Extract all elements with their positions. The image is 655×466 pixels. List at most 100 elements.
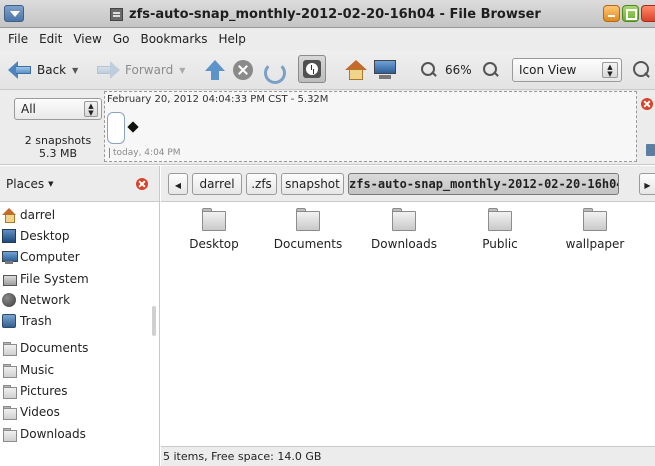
- places-list: darrel Desktop Computer File System Netw…: [0, 204, 150, 444]
- sidebar-item-home[interactable]: darrel: [0, 204, 150, 225]
- places-label: Places: [6, 176, 45, 191]
- file-label: Desktop: [189, 237, 239, 251]
- sidebar-item-file-system[interactable]: File System: [0, 268, 150, 289]
- window-title-group: zfs-auto-snap_monthly-2012-02-20-16h04 -…: [110, 6, 541, 23]
- delete-snapshot-icon[interactable]: [646, 144, 655, 156]
- menu-edit[interactable]: Edit: [39, 32, 62, 46]
- network-icon: [2, 292, 16, 307]
- sidebar-item-music[interactable]: Music: [0, 359, 150, 380]
- path-segment-snapshot[interactable]: snapshot: [281, 173, 344, 195]
- window-titlebar: zfs-auto-snap_monthly-2012-02-20-16h04 -…: [0, 0, 655, 28]
- file-label: wallpaper: [565, 237, 625, 251]
- close-icon[interactable]: [641, 98, 653, 110]
- snapshot-size: 5.3 MB: [38, 147, 78, 160]
- folder-icon: [582, 207, 608, 233]
- status-text: 5 items, Free space: 14.0 GB: [163, 450, 322, 463]
- forward-label: Forward: [125, 63, 174, 77]
- snapshot-summary: 2 snapshots 5.3 MB: [8, 134, 108, 160]
- sidebar-item-downloads[interactable]: Downloads: [0, 423, 150, 444]
- time-slider-panel: All ▲ ▼ 2 snapshots 5.3 MB February 20, 2…: [0, 90, 655, 165]
- stop-button[interactable]: [233, 57, 253, 83]
- maximize-button[interactable]: [622, 5, 639, 22]
- sidebar-item-desktop[interactable]: Desktop: [0, 225, 150, 246]
- sidebar: Places ▼ darrel Desktop Computer File Sy…: [0, 166, 160, 466]
- file-item[interactable]: wallpaper: [547, 207, 643, 251]
- close-window-button[interactable]: [641, 5, 655, 22]
- zoom-in-button[interactable]: [482, 57, 500, 83]
- folder-icon: [201, 207, 227, 233]
- path-segment-zfs[interactable]: .zfs: [246, 173, 277, 195]
- search-button[interactable]: [632, 57, 650, 83]
- sidebar-header[interactable]: Places ▼: [0, 166, 159, 202]
- sidebar-item-videos[interactable]: Videos: [0, 402, 150, 423]
- path-scroll-left-button[interactable]: ◀: [168, 173, 188, 195]
- view-mode-select[interactable]: Icon View ▲ ▼: [512, 57, 622, 83]
- sidebar-item-network[interactable]: Network: [0, 289, 150, 310]
- menu-file[interactable]: File: [8, 32, 28, 46]
- file-item[interactable]: Downloads: [356, 207, 452, 251]
- sidebar-pane-resize-handle[interactable]: [152, 306, 156, 336]
- file-view: Desktop Documents Downloads Public wallp…: [161, 203, 655, 443]
- path-segment-current[interactable]: zfs-auto-snap_monthly-2012-02-20-16h04: [348, 173, 619, 195]
- chevron-left-icon: ◀: [174, 181, 182, 190]
- menu-help[interactable]: Help: [219, 32, 246, 46]
- folder-icon: [295, 207, 321, 233]
- zoom-level[interactable]: 66%: [445, 57, 472, 83]
- reload-button[interactable]: [261, 57, 286, 84]
- close-sidebar-icon[interactable]: [136, 178, 148, 190]
- zoom-out-icon: [420, 61, 438, 79]
- snapshot-filter-select[interactable]: All ▲ ▼: [14, 98, 102, 120]
- file-item[interactable]: Desktop: [166, 207, 262, 251]
- search-icon: [632, 60, 650, 80]
- file-label: Public: [482, 237, 518, 251]
- menu-go[interactable]: Go: [113, 32, 130, 46]
- restore-history-button[interactable]: [298, 55, 326, 83]
- zoom-out-button[interactable]: [420, 57, 438, 83]
- snapshot-marker[interactable]: [107, 112, 125, 144]
- back-history-dropdown-icon[interactable]: ▼: [72, 66, 78, 75]
- sidebar-item-documents[interactable]: Documents: [0, 338, 150, 359]
- sidebar-item-label: Videos: [20, 405, 60, 420]
- window-title: zfs-auto-snap_monthly-2012-02-20-16h04 -…: [129, 7, 541, 22]
- file-label: Downloads: [371, 237, 437, 251]
- time-slider-toggle[interactable]: [298, 55, 326, 83]
- back-button[interactable]: Back ▼: [8, 57, 78, 83]
- sidebar-item-label: Music: [20, 362, 55, 377]
- sidebar-item-label: darrel: [20, 207, 56, 222]
- window-menu-button[interactable]: [4, 5, 24, 22]
- dropdown-spin-icon: ▲ ▼: [602, 62, 618, 78]
- sidebar-item-computer[interactable]: Computer: [0, 247, 150, 268]
- home-button[interactable]: [345, 57, 367, 83]
- clock-icon: [303, 60, 321, 78]
- path-segment-darrel[interactable]: darrel: [192, 173, 242, 195]
- forward-history-dropdown-icon[interactable]: ▼: [179, 66, 185, 75]
- home-icon: [2, 207, 16, 223]
- desktop-icon: [2, 228, 16, 243]
- snapshot-timeline[interactable]: February 20, 2012 04:04:33 PM CST - 5.32…: [104, 91, 637, 162]
- snapshot-diamond-icon[interactable]: [127, 121, 139, 133]
- computer-icon: [373, 60, 397, 80]
- zoom-in-icon: [482, 61, 500, 79]
- menu-bookmarks[interactable]: Bookmarks: [140, 32, 207, 46]
- sidebar-item-pictures[interactable]: Pictures: [0, 380, 150, 401]
- file-item[interactable]: Public: [452, 207, 548, 251]
- folder-icon: [2, 405, 17, 421]
- sidebar-item-trash[interactable]: Trash: [0, 310, 150, 331]
- forward-button[interactable]: Forward ▼: [96, 57, 185, 83]
- path-bar: ◀ darrel .zfs snapshot zfs-auto-snap_mon…: [161, 166, 655, 202]
- up-button[interactable]: [204, 57, 226, 83]
- snapshot-filter-value: All: [21, 102, 36, 116]
- view-mode-dropdown[interactable]: Icon View ▲ ▼: [512, 58, 622, 82]
- toolbar: Back ▼ Forward ▼ 66% Icon View ▲ ▼: [0, 50, 655, 90]
- snapshot-count: 2 snapshots: [24, 134, 92, 147]
- today-tick: [109, 148, 110, 158]
- computer-button[interactable]: [373, 57, 397, 83]
- today-label: today, 4:04 PM: [113, 148, 181, 158]
- menu-view[interactable]: View: [73, 32, 101, 46]
- sidebar-item-label: Documents: [20, 341, 89, 356]
- folder-icon: [391, 207, 417, 233]
- minimize-button[interactable]: [603, 5, 620, 22]
- file-item[interactable]: Documents: [260, 207, 356, 251]
- dropdown-spin-icon: ▲ ▼: [84, 101, 98, 117]
- path-scroll-right-button[interactable]: ▶: [639, 173, 655, 195]
